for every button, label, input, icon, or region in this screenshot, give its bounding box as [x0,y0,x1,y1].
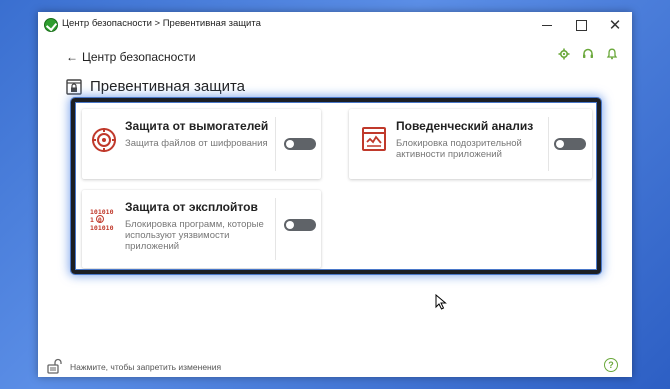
gear-icon[interactable] [558,48,570,60]
lock-changes-link[interactable]: Нажмите, чтобы запретить изменения [70,362,221,372]
lock-screen-icon [66,78,82,95]
back-arrow-icon: ← [66,50,78,64]
mouse-cursor-icon [435,294,447,310]
back-link[interactable]: ← Центр безопасности [66,50,196,64]
header-toolbar [558,48,618,60]
app-logo-icon [44,18,58,32]
title-bar: Центр безопасности > Превентивная защита… [38,12,632,38]
unlock-icon[interactable] [46,358,62,374]
page-header: Превентивная защита [66,78,245,95]
back-link-label: Центр безопасности [82,50,196,64]
maximize-button[interactable] [564,12,598,38]
help-icon[interactable]: ? [604,358,618,372]
headset-icon[interactable] [582,48,594,60]
window-controls: ✕ [530,12,632,38]
minimize-button[interactable] [530,12,564,38]
close-button[interactable]: ✕ [598,12,632,38]
highlight-frame [71,98,601,274]
page-title: Превентивная защита [90,78,246,95]
window-title: Центр безопасности > Превентивная защита [62,18,261,29]
bell-icon[interactable] [606,48,618,60]
app-window: Центр безопасности > Превентивная защита… [38,12,632,377]
